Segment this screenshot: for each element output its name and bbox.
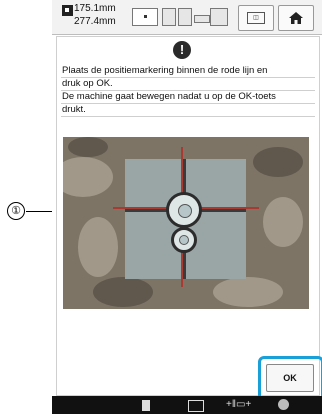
instruction-message: Plaats de positiemarkering binnen de rod… [61, 65, 315, 117]
home-icon [289, 12, 303, 24]
marker-small-circle [171, 227, 197, 253]
fabric-texture [93, 277, 153, 307]
height-value: 277.4mm [74, 16, 116, 27]
rotate-button[interactable]: ◫ [238, 5, 274, 31]
ok-button[interactable]: OK [266, 364, 314, 392]
size-icon [62, 5, 73, 16]
fabric-texture [213, 277, 283, 307]
camera-view [63, 137, 309, 309]
fabric-texture [253, 147, 303, 177]
fabric-texture [263, 197, 303, 247]
content-panel: ! Plaats de positiemarkering binnen de r… [56, 36, 320, 396]
bottom-bar: +‖▭+ [52, 396, 322, 414]
foot-icon[interactable]: +‖▭+ [226, 399, 251, 411]
page-icon[interactable] [142, 400, 150, 411]
alert-icon: ! [173, 41, 191, 59]
callout-number: ① [7, 202, 25, 220]
grid-icon[interactable] [188, 400, 204, 412]
message-line: Plaats de positiemarkering binnen de rod… [61, 65, 315, 78]
fabric-texture [78, 217, 118, 277]
width-value: 175.1mm [74, 3, 116, 14]
top-bar: 175.1mm 277.4mm ◫ [52, 0, 322, 35]
indicator-segment [210, 8, 228, 26]
message-line: drukt. [61, 104, 315, 117]
presser-foot-icon [132, 8, 158, 26]
fabric-texture [63, 157, 113, 197]
marker-large-circle [166, 192, 202, 228]
size-readout: 175.1mm 277.4mm [62, 3, 118, 31]
machine-screen: 175.1mm 277.4mm ◫ ! Plaats de positiemar… [52, 0, 322, 414]
message-line: druk op OK. [61, 78, 315, 91]
rotate-icon: ◫ [247, 12, 265, 24]
home-button[interactable] [278, 5, 314, 31]
fabric-texture [68, 137, 108, 157]
message-line: De machine gaat bewegen nadat u op de OK… [61, 91, 315, 104]
gear-icon[interactable] [278, 399, 289, 410]
presser-foot-indicator [132, 8, 228, 26]
indicator-segment [178, 8, 192, 26]
indicator-segment [162, 8, 176, 26]
indicator-segment [194, 15, 210, 23]
